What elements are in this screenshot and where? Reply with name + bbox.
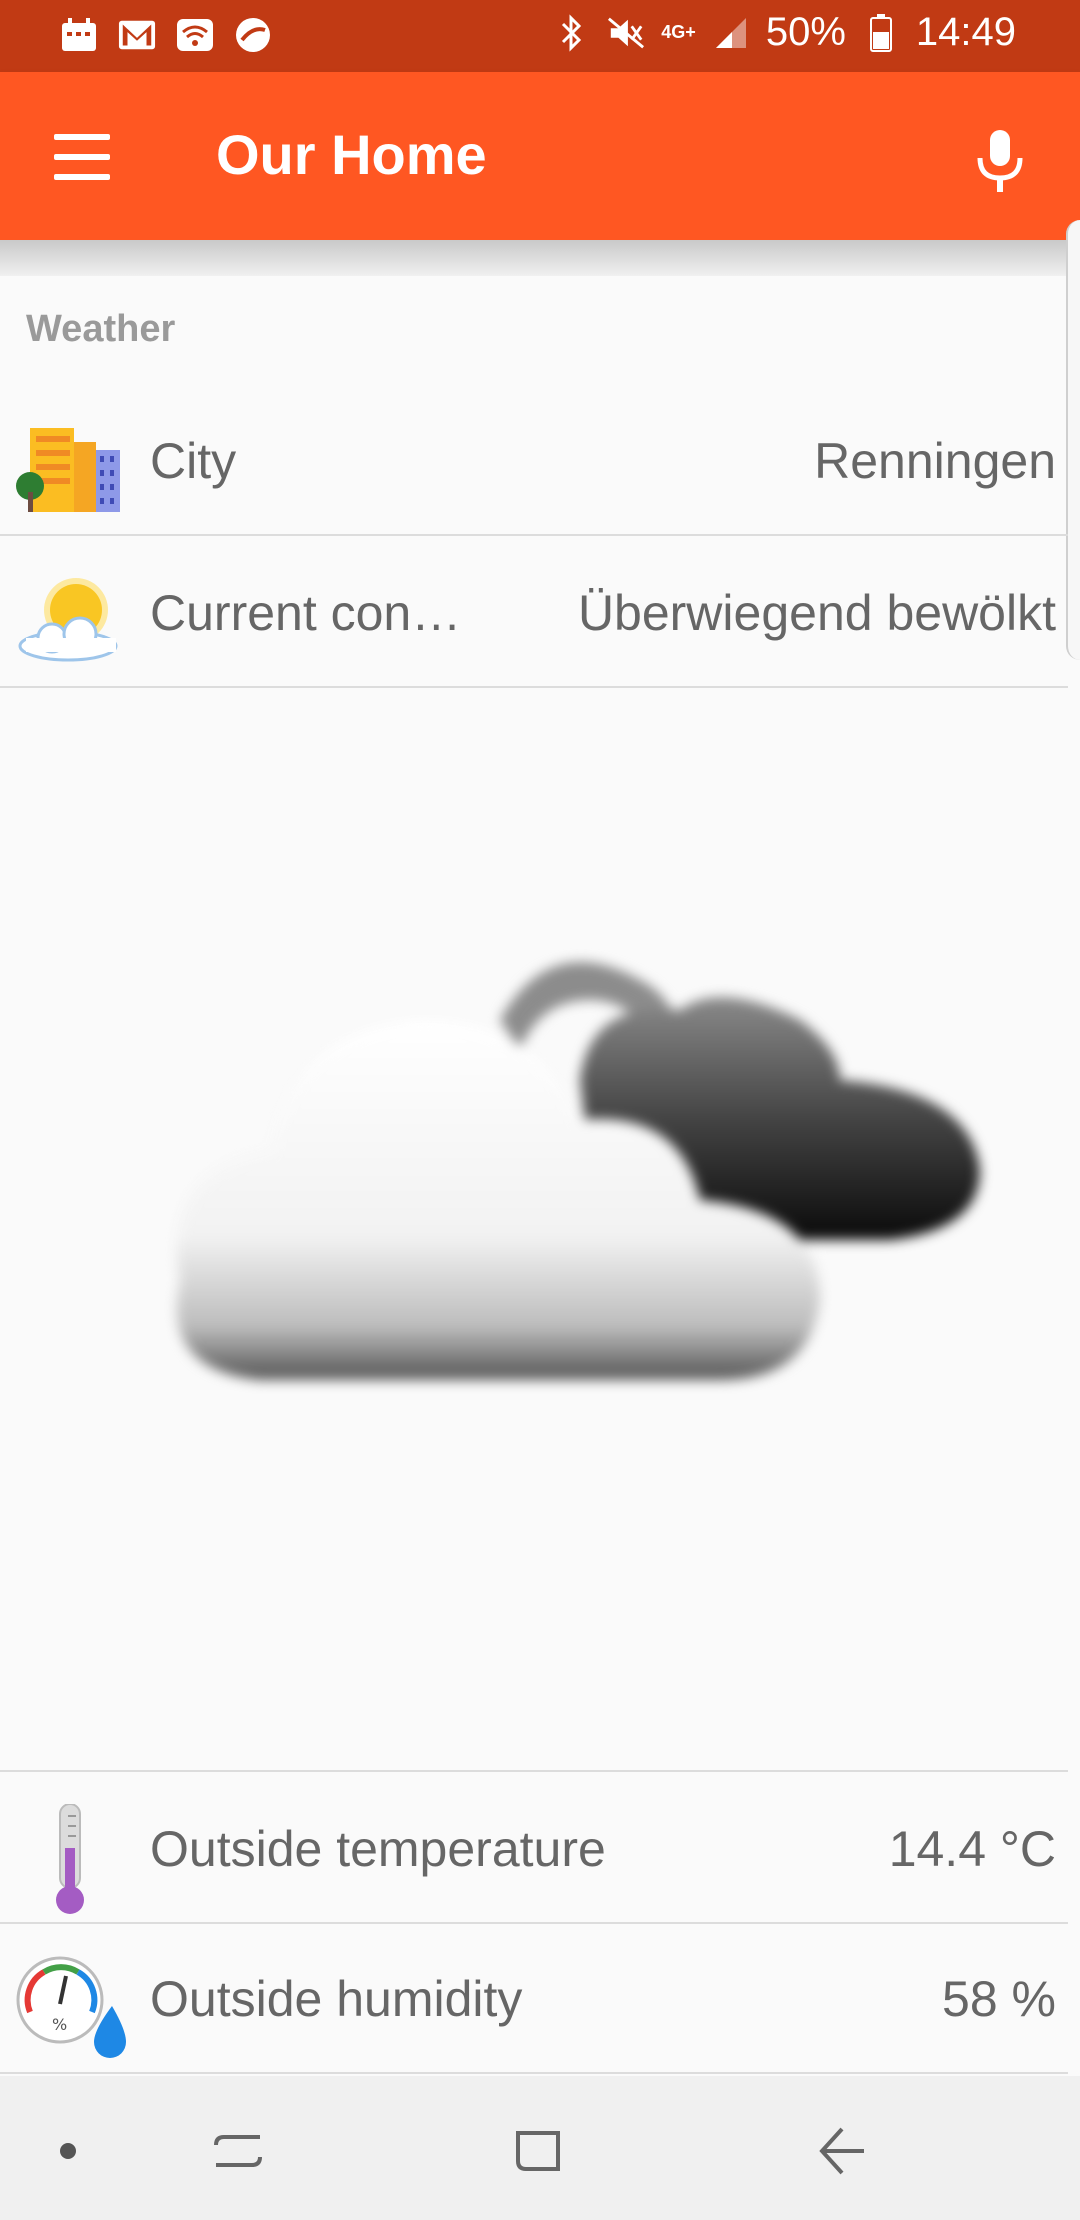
section-header-weather: Weather bbox=[26, 308, 176, 350]
current-condition-label: Current con… bbox=[150, 585, 462, 641]
app-bar-shadow bbox=[0, 240, 1080, 276]
notification-icons bbox=[60, 16, 272, 54]
page-title: Our Home bbox=[216, 123, 487, 186]
system-status: 4G+ 50% 14:49 bbox=[553, 10, 1016, 55]
microphone-icon[interactable] bbox=[960, 120, 1040, 200]
network-type: 4G+ bbox=[661, 22, 696, 42]
outside-temperature-value: 14.4 °C bbox=[888, 1821, 1056, 1877]
outside-humidity-value: 58 % bbox=[942, 1971, 1056, 2027]
battery-icon bbox=[862, 13, 900, 52]
security-app-icon bbox=[234, 16, 272, 54]
outside-humidity-label: Outside humidity bbox=[150, 1971, 523, 2027]
city-buildings-icon bbox=[16, 420, 126, 516]
menu-icon[interactable] bbox=[44, 122, 124, 192]
cloudy-weather-icon bbox=[120, 940, 1020, 1460]
mute-icon bbox=[607, 14, 645, 52]
partly-sunny-icon bbox=[16, 572, 126, 668]
scroll-edge[interactable] bbox=[1066, 220, 1080, 660]
recent-apps-icon[interactable] bbox=[198, 2116, 278, 2186]
dot-indicator-icon[interactable] bbox=[28, 2116, 108, 2186]
gmail-icon bbox=[118, 16, 156, 54]
humidity-gauge-icon: % bbox=[16, 1956, 126, 2058]
status-bar: 4G+ 50% 14:49 bbox=[0, 0, 1080, 72]
city-value: Renningen bbox=[814, 433, 1056, 489]
list-item-outside-temperature[interactable]: Outside temperature 14.4 °C bbox=[0, 1770, 1068, 1924]
list-item-outside-humidity[interactable]: % Outside humidity 58 % bbox=[0, 1922, 1068, 2074]
outside-temperature-label: Outside temperature bbox=[150, 1821, 606, 1877]
bluetooth-icon bbox=[553, 13, 591, 52]
svg-text:%: % bbox=[52, 2015, 67, 2034]
app-bar: Our Home bbox=[0, 72, 1080, 240]
list-item-current-condition[interactable]: Current con… Überwiegend bewölkt bbox=[0, 536, 1068, 688]
wifi-icon bbox=[176, 16, 214, 54]
current-condition-value: Überwiegend bewölkt bbox=[577, 585, 1056, 641]
back-button-icon[interactable] bbox=[802, 2116, 882, 2186]
battery-percentage: 50% bbox=[765, 10, 846, 54]
list-item-city[interactable]: City Renningen bbox=[0, 384, 1068, 536]
city-label: City bbox=[150, 433, 237, 489]
thermometer-icon bbox=[16, 1803, 126, 1914]
clock: 14:49 bbox=[915, 10, 1016, 54]
system-navigation-bar bbox=[0, 2076, 1080, 2220]
home-button-icon[interactable] bbox=[500, 2116, 580, 2186]
signal-icon bbox=[712, 14, 750, 52]
calendar-icon bbox=[60, 16, 98, 54]
